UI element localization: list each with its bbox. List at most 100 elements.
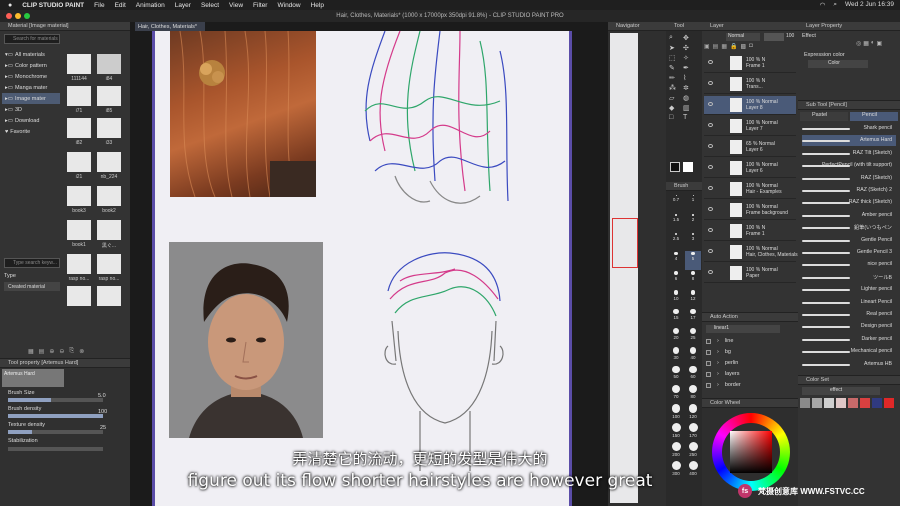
- sub-tool-item[interactable]: Lighter pencil: [802, 284, 896, 295]
- auto-action-item[interactable]: › perlin: [706, 360, 738, 366]
- border-effect-icon[interactable]: ◎: [856, 40, 861, 47]
- lock-transparent-icon[interactable]: ▩: [741, 43, 747, 50]
- color-swatch[interactable]: [848, 398, 858, 408]
- eye-icon[interactable]: [708, 123, 713, 127]
- airbrush-icon[interactable]: ⁂: [669, 84, 681, 92]
- brush-size-option[interactable]: 3: [685, 232, 701, 251]
- sub-tool-item[interactable]: RAZ (Sketch) 2: [802, 185, 896, 196]
- material-thumb[interactable]: [97, 286, 121, 306]
- gradient-icon[interactable]: ▥: [683, 104, 695, 112]
- reference-icon[interactable]: ▤: [713, 43, 719, 50]
- sub-tool-item[interactable]: Darker pencil: [802, 334, 896, 345]
- brush-size-option[interactable]: 0.7: [668, 194, 684, 213]
- eye-icon[interactable]: [708, 228, 713, 232]
- brush-size-option[interactable]: 10: [668, 289, 684, 308]
- menu-view[interactable]: View: [229, 2, 243, 9]
- sub-tool-item[interactable]: Lineart Pencil: [802, 297, 896, 308]
- auto-select-icon[interactable]: ✧: [683, 54, 695, 62]
- navigator-preview[interactable]: [610, 33, 638, 503]
- color-swatch[interactable]: [800, 398, 810, 408]
- texture-density-value[interactable]: 25: [100, 425, 106, 431]
- brush-size-option[interactable]: 5: [685, 251, 701, 270]
- brush-size-option[interactable]: 15: [668, 308, 684, 327]
- clip-icon[interactable]: ▣: [704, 43, 710, 50]
- tree-item-manga[interactable]: ▸▭ Manga mater: [2, 82, 60, 93]
- zoom-tool-icon[interactable]: ⌕: [669, 34, 681, 42]
- color-swatch[interactable]: [884, 398, 894, 408]
- menu-file[interactable]: File: [94, 2, 104, 9]
- material-thumb[interactable]: [67, 220, 91, 240]
- sub-tool-item[interactable]: Amber pencil: [802, 210, 896, 221]
- material-thumb[interactable]: [97, 254, 121, 274]
- menu-layer[interactable]: Layer: [175, 2, 191, 9]
- brush-size-slider[interactable]: [8, 398, 103, 402]
- brush-size-option[interactable]: 100: [668, 403, 684, 422]
- close-window-button[interactable]: [6, 13, 12, 19]
- layer-row[interactable]: 100 % N Frame 1: [704, 54, 796, 73]
- brush-size-option[interactable]: 120: [685, 403, 701, 422]
- eye-icon[interactable]: [708, 207, 713, 211]
- brush-size-option[interactable]: 150: [668, 422, 684, 441]
- operation-tool-icon[interactable]: ➤: [669, 44, 681, 52]
- sub-tool-item[interactable]: Artemus Hard: [802, 135, 896, 147]
- brush-size-option[interactable]: 17: [685, 308, 701, 327]
- delete-icon[interactable]: ⊗: [79, 348, 84, 355]
- brush-preview[interactable]: Artemus Hard: [2, 369, 64, 387]
- paste-icon[interactable]: ⎘: [69, 348, 74, 355]
- lock-icon[interactable]: 🔒: [730, 43, 737, 50]
- eye-icon[interactable]: [708, 81, 713, 85]
- opacity-slider[interactable]: [764, 33, 784, 41]
- brush-tool-icon[interactable]: ⌇: [683, 74, 695, 82]
- apple-icon[interactable]: ●: [8, 2, 12, 9]
- checkbox[interactable]: [706, 349, 711, 355]
- hue-ring[interactable]: [712, 413, 790, 491]
- zoom-window-button[interactable]: [24, 13, 30, 19]
- tab-pencil[interactable]: Pencil: [850, 112, 898, 121]
- expression-color-select[interactable]: Color: [808, 60, 868, 68]
- brush-size-option[interactable]: 2.5: [668, 232, 684, 251]
- menu-edit[interactable]: Edit: [115, 2, 126, 9]
- sub-tool-item[interactable]: PerfectPencil (with tilt support): [802, 160, 896, 171]
- tree-item-color-pattern[interactable]: ▸▭ Color pattern: [2, 60, 60, 71]
- material-thumb[interactable]: [67, 254, 91, 274]
- mask-icon[interactable]: ◘: [749, 43, 753, 50]
- checkbox[interactable]: [706, 371, 711, 377]
- material-thumb[interactable]: [97, 186, 121, 206]
- eye-icon[interactable]: [708, 165, 713, 169]
- color-swatch[interactable]: [872, 398, 882, 408]
- brush-size-option[interactable]: 12: [685, 289, 701, 308]
- auto-action-item[interactable]: › line: [706, 338, 733, 344]
- fill-icon[interactable]: ◆: [669, 104, 681, 112]
- brush-size-option[interactable]: 6: [668, 270, 684, 289]
- document-tab[interactable]: Hair, Clothes, Materials*: [135, 22, 205, 31]
- checkbox[interactable]: [706, 360, 711, 366]
- auto-action-item[interactable]: › bg: [706, 349, 731, 355]
- eraser-icon[interactable]: ▱: [669, 94, 681, 102]
- saturation-value-square[interactable]: [730, 431, 772, 473]
- layer-row[interactable]: 100 % Normal Paper: [704, 264, 796, 283]
- brush-size-option[interactable]: 4: [668, 251, 684, 270]
- stabilization-slider[interactable]: [8, 447, 103, 451]
- eye-icon[interactable]: [708, 249, 713, 253]
- menu-help[interactable]: Help: [311, 2, 324, 9]
- material-thumb[interactable]: [67, 152, 91, 172]
- sub-tool-item[interactable]: Shark pencil: [802, 123, 896, 134]
- brush-size-option[interactable]: 50: [668, 365, 684, 384]
- material-thumb[interactable]: [97, 152, 121, 172]
- material-thumb[interactable]: [97, 220, 121, 240]
- tone-effect-icon[interactable]: ▦: [863, 40, 869, 47]
- color-swatch[interactable]: [860, 398, 870, 408]
- app-name[interactable]: CLIP STUDIO PAINT: [22, 2, 84, 9]
- brush-size-option[interactable]: 1.5: [668, 213, 684, 232]
- layer-row[interactable]: 100 % N Frame 1: [704, 222, 796, 241]
- text-tool-icon[interactable]: T: [683, 114, 695, 121]
- color-swatch[interactable]: [812, 398, 822, 408]
- material-thumb[interactable]: [97, 54, 121, 74]
- zoom-out-icon[interactable]: ⊖: [59, 348, 64, 355]
- eye-icon[interactable]: [708, 102, 713, 106]
- color-effect-icon[interactable]: ▣: [877, 40, 883, 47]
- eye-icon[interactable]: [708, 186, 713, 190]
- eye-icon[interactable]: [708, 270, 713, 274]
- brush-size-option[interactable]: 70: [668, 384, 684, 403]
- sub-color-swatch[interactable]: [683, 162, 693, 172]
